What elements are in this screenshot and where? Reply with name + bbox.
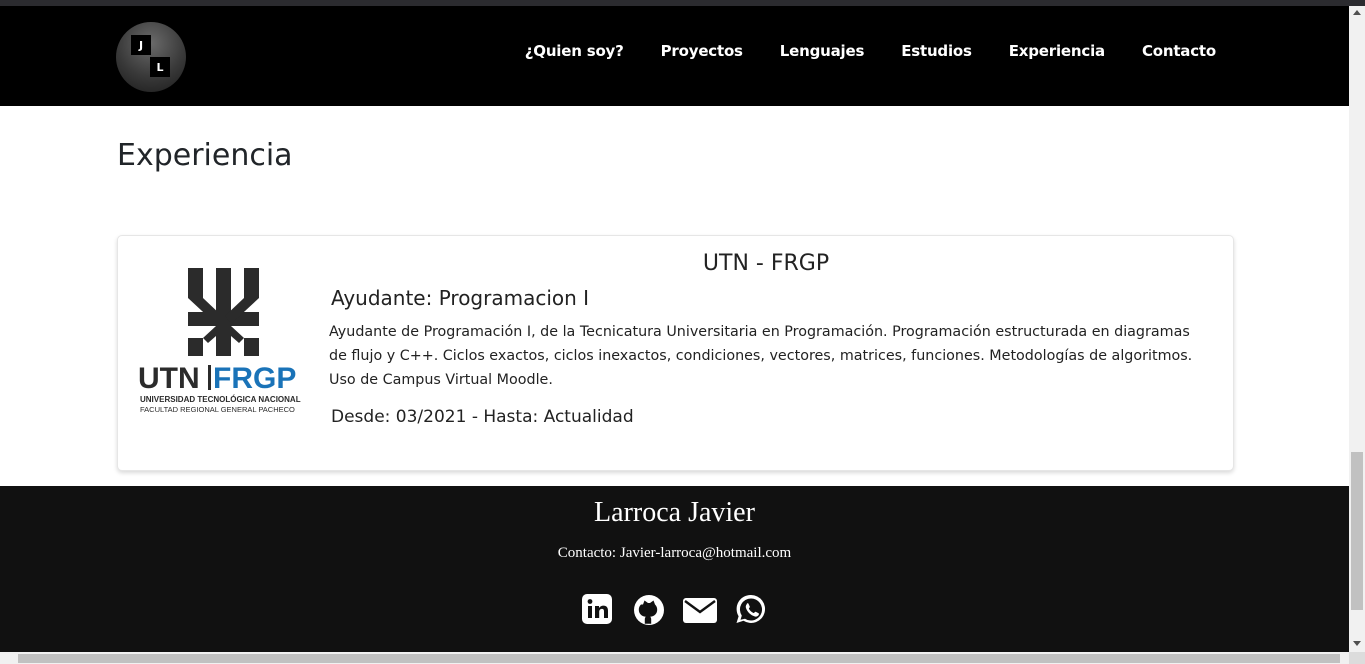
logo-letter-j: J	[131, 35, 151, 55]
card-organization: UTN - FRGP	[702, 251, 830, 276]
footer-name: Larroca Javier	[594, 497, 755, 528]
site-logo[interactable]: J L	[116, 22, 186, 92]
nav-link-estudios[interactable]: Estudios	[901, 42, 972, 60]
scroll-up-arrow-icon[interactable]	[1353, 10, 1361, 15]
scroll-down-arrow-icon[interactable]	[1353, 641, 1361, 646]
whatsapp-icon[interactable]	[733, 592, 769, 628]
footer-contact: Contacto: Javier-larroca@hotmail.com	[557, 545, 792, 561]
horizontal-scrollbar[interactable]	[0, 652, 1349, 664]
footer: Larroca Javier Contacto: Javier-larroca@…	[0, 486, 1349, 652]
github-icon[interactable]	[631, 592, 667, 628]
nav-link-quien-soy[interactable]: ¿Quien soy?	[525, 42, 624, 60]
envelope-icon[interactable]	[682, 592, 718, 628]
experience-card: UTN FRGP UNIVERSIDAD TECNOLÓGICA NACIONA…	[117, 235, 1234, 471]
card-role: Ayudante: Programacion I	[331, 286, 590, 310]
card-description: Ayudante de Programación I, de la Tecnic…	[329, 324, 1193, 388]
nav-link-proyectos[interactable]: Proyectos	[661, 42, 743, 60]
logo-subtitle-2: FACULTAD REGIONAL GENERAL PACHECO	[140, 405, 295, 414]
logo-subtitle-1: UNIVERSIDAD TECNOLÓGICA NACIONAL	[140, 395, 301, 404]
navbar: J L ¿Quien soy? Proyectos Lenguajes Estu…	[0, 6, 1349, 106]
vertical-scrollbar[interactable]	[1349, 6, 1365, 652]
utn-frgp-logo-graphic: UTN FRGP UNIVERSIDAD TECNOLÓGICA NACIONA…	[138, 268, 301, 414]
logo-wordmark-frgp: FRGP	[213, 362, 296, 395]
logo-letter-l: L	[150, 57, 170, 77]
main-nav: ¿Quien soy? Proyectos Lenguajes Estudios…	[488, 42, 1216, 60]
horizontal-scroll-thumb[interactable]	[18, 654, 1340, 663]
nav-link-contacto[interactable]: Contacto	[1142, 42, 1216, 60]
card-dates: Desde: 03/2021 - Hasta: Actualidad	[331, 407, 634, 427]
utn-frgp-logo: UTN FRGP UNIVERSIDAD TECNOLÓGICA NACIONA…	[138, 268, 310, 418]
nav-link-lenguajes[interactable]: Lenguajes	[780, 42, 865, 60]
logo-wordmark-utn: UTN	[138, 362, 200, 395]
linkedin-icon[interactable]	[580, 592, 616, 628]
scrollbar-corner	[1349, 652, 1365, 664]
social-links	[0, 592, 1349, 628]
section-title: Experiencia	[117, 138, 293, 173]
nav-link-experiencia[interactable]: Experiencia	[1009, 42, 1105, 60]
vertical-scroll-thumb[interactable]	[1351, 452, 1363, 610]
